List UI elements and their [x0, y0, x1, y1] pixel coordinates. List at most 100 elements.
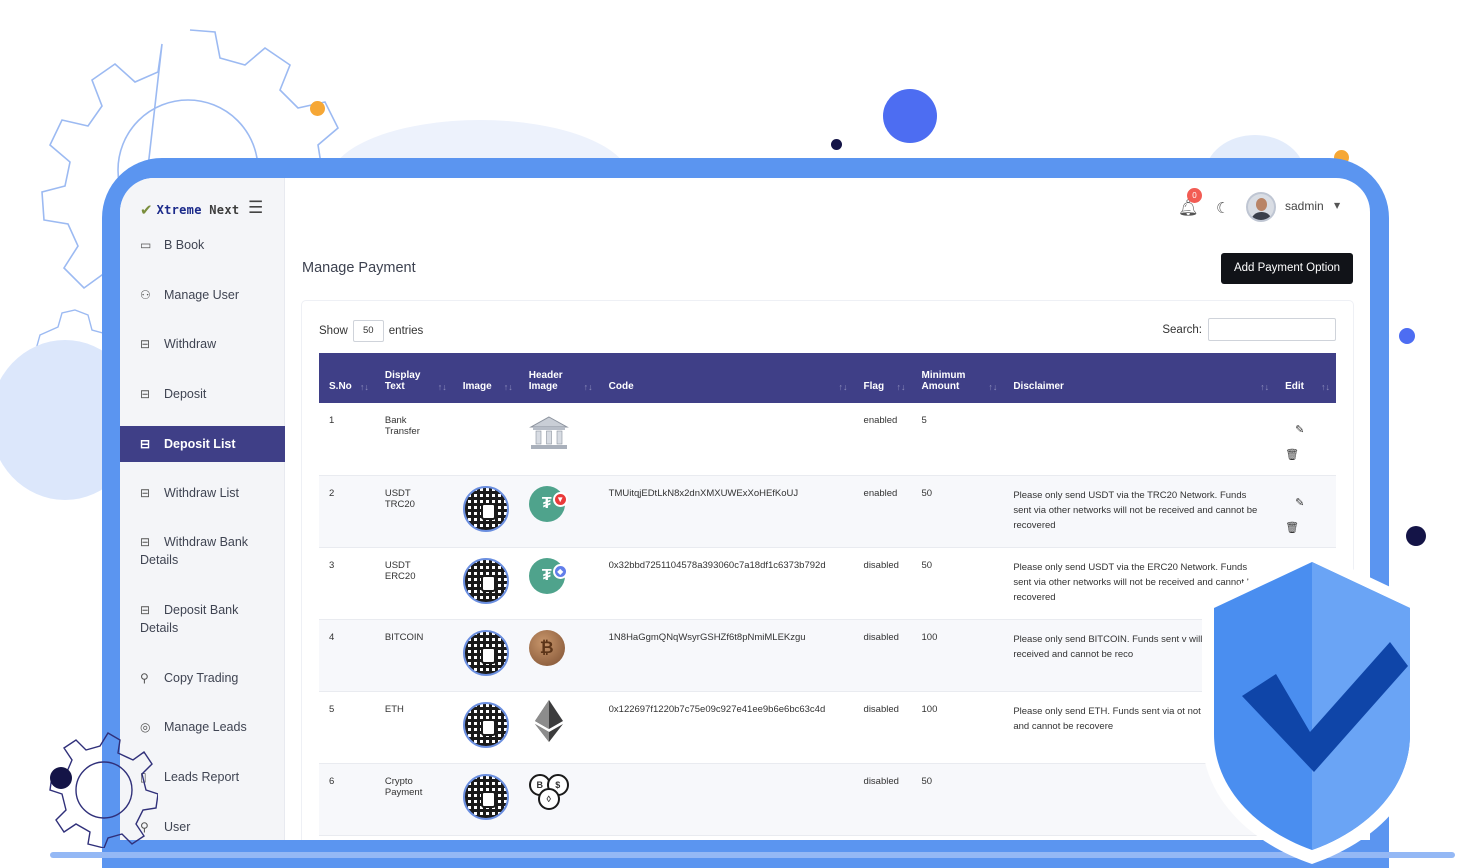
security-shield-icon	[1202, 550, 1422, 864]
cell-minimum-amount: 100	[911, 619, 1004, 692]
decor-dot	[831, 139, 842, 150]
decor-dot	[1406, 526, 1426, 546]
sidebar-item-manage-user[interactable]: ⚇ Manage User	[120, 286, 285, 304]
brand-name-part2: Next	[209, 203, 240, 217]
topbar: 🔔︎ 0 ☾ sadmin ▼	[1120, 188, 1370, 224]
archive-icon: ⊟	[140, 387, 151, 401]
add-payment-option-button[interactable]: Add Payment Option	[1221, 253, 1353, 284]
cell-header-image: B $ ◊	[518, 763, 599, 836]
column-header-sno[interactable]: S.No ↑↓	[319, 353, 375, 403]
trash-icon[interactable]: 🗑︎	[1285, 521, 1326, 534]
cell-display-text: ETH	[374, 691, 453, 764]
sort-icon: ↑↓	[988, 382, 998, 392]
search-input[interactable]	[1208, 318, 1336, 341]
qr-code-image[interactable]	[462, 629, 509, 676]
cell-image	[452, 763, 519, 836]
sidebar-item-copy-trading[interactable]: ⚲ Copy Trading	[120, 669, 285, 687]
brand-name: Xtreme Next	[157, 203, 240, 217]
qr-code-image[interactable]	[462, 701, 509, 748]
column-header-edit[interactable]: Edit ↑↓	[1275, 353, 1336, 403]
cell-image	[452, 691, 519, 764]
cell-flag: enabled	[853, 403, 912, 476]
cell-image	[452, 403, 519, 476]
ethereum-icon	[534, 699, 563, 742]
cell-sno: 4	[319, 619, 375, 692]
bank-icon	[528, 416, 569, 449]
sort-icon: ↑↓	[437, 382, 447, 392]
entries-label: entries	[388, 325, 424, 337]
brand-name-part1: Xtreme	[156, 203, 202, 217]
sidebar-item-label: Manage Leads	[164, 720, 247, 734]
avatar[interactable]	[1246, 192, 1276, 222]
column-header-disclaimer[interactable]: Disclaimer ↑↓	[1003, 353, 1276, 403]
sort-icon: ↑↓	[583, 382, 593, 392]
sidebar-item-withdraw-bank-details[interactable]: ⊟ Withdraw Bank Details	[120, 533, 270, 569]
table-header-row: S.No ↑↓ Display Text ↑↓ Image ↑↓ Header Ima…	[319, 353, 1336, 403]
cell-sno: 2	[319, 475, 375, 548]
column-header-header-image[interactable]: Header Image ↑↓	[518, 353, 599, 403]
entries-select[interactable]: 50	[352, 320, 384, 342]
cell-code: 0x32bbd7251104578a393060c7a18df1c6373b79…	[598, 547, 854, 620]
notification-badge: 0	[1187, 188, 1202, 203]
sidebar-item-label: Withdraw	[164, 337, 217, 351]
cell-display-text: Bank Transfer	[374, 403, 453, 476]
cell-sno: 5	[319, 691, 375, 764]
usdt-erc20-icon: ₮ ◆	[528, 557, 569, 598]
column-header-display-text[interactable]: Display Text ↑↓	[374, 353, 453, 403]
cell-code	[598, 403, 854, 476]
sidebar-item-withdraw-list[interactable]: ⊟ Withdraw List	[120, 484, 285, 502]
decor-dot	[50, 767, 72, 789]
sidebar-item-deposit[interactable]: ⊟ Deposit	[120, 385, 285, 403]
archive-icon: ⊟	[140, 486, 151, 500]
sidebar-item-label: B Book	[164, 238, 205, 252]
column-header-code[interactable]: Code ↑↓	[598, 353, 854, 403]
trash-icon[interactable]: 🗑︎	[1285, 448, 1326, 461]
cell-code: 1N8HaGgmQNqWsyrGSHZf6t8pNmiMLEKzgu	[598, 619, 854, 692]
qr-code-image[interactable]	[462, 557, 509, 604]
cell-flag: disabled	[853, 691, 912, 764]
cell-display-text: USDT ERC20	[374, 547, 453, 620]
cell-image	[452, 475, 519, 548]
sidebar-item-deposit-bank-details[interactable]: ⊟ Deposit Bank Details	[120, 601, 270, 637]
logo-check-icon: ✔	[140, 201, 153, 219]
cell-minimum-amount: 50	[911, 763, 1004, 836]
cell-flag: disabled	[853, 763, 912, 836]
decor-dot	[310, 101, 325, 116]
sidebar-item-b-book[interactable]: ▭ B Book	[120, 236, 285, 254]
cell-flag: disabled	[853, 619, 912, 692]
table-row: 4 BITCOIN ₿ 1N8HaGgmQNqWsyrGSHZf6t8pNmiM…	[319, 619, 1336, 692]
sort-icon: ↑↓	[503, 382, 513, 392]
column-header-label: Disclaimer	[1013, 381, 1064, 392]
sidebar-item-deposit-list[interactable]: ⊟ Deposit List	[120, 426, 285, 462]
search-label: Search:	[1162, 323, 1202, 336]
cell-minimum-amount: 5	[911, 403, 1004, 476]
cell-disclaimer	[1003, 403, 1276, 476]
brand-logo[interactable]: ✔ Xtreme Next	[140, 200, 239, 220]
sidebar-item-label: Deposit	[164, 387, 207, 401]
cell-display-text: USDT TRC20	[374, 475, 453, 548]
cell-header-image: ₮ ▼	[518, 475, 599, 548]
edit-icon[interactable]: ✎	[1295, 423, 1326, 436]
cell-header-image: ₿	[518, 619, 599, 692]
moon-icon[interactable]: ☾	[1216, 199, 1229, 217]
column-header-minimum-amount[interactable]: Minimum Amount ↑↓	[911, 353, 1004, 403]
column-header-flag[interactable]: Flag ↑↓	[853, 353, 912, 403]
qr-code-image[interactable]	[462, 485, 509, 532]
column-header-label: Code	[608, 381, 634, 392]
table-row: 5 ETH 0x122697f1220b7c75e09c927e41ee9b6e…	[319, 691, 1336, 764]
table-row: 2 USDT TRC20 ₮ ▼ TMUitqjEDtLkN8x2dnXMXUWE…	[319, 475, 1336, 548]
chevron-down-icon[interactable]: ▼	[1334, 201, 1340, 210]
cell-image	[452, 619, 519, 692]
qr-code-image[interactable]	[462, 773, 509, 820]
menu-toggle-icon[interactable]: ☰	[248, 198, 263, 218]
table-row: 3 USDT ERC20 ₮ ◆ 0x32bbd7251104578a393060…	[319, 547, 1336, 620]
column-header-image[interactable]: Image ↑↓	[452, 353, 519, 403]
cell-minimum-amount: 100	[911, 691, 1004, 764]
sidebar-item-withdraw[interactable]: ⊟ Withdraw	[120, 335, 285, 353]
archive-icon: ⊟	[140, 535, 151, 549]
table-row: 6 Crypto Payment B $ ◊ disabled 50	[319, 763, 1336, 836]
username[interactable]: sadmin	[1285, 199, 1324, 213]
edit-icon[interactable]: ✎	[1295, 496, 1326, 509]
cell-sno: 1	[319, 403, 375, 476]
book-icon: ▭	[140, 238, 152, 252]
